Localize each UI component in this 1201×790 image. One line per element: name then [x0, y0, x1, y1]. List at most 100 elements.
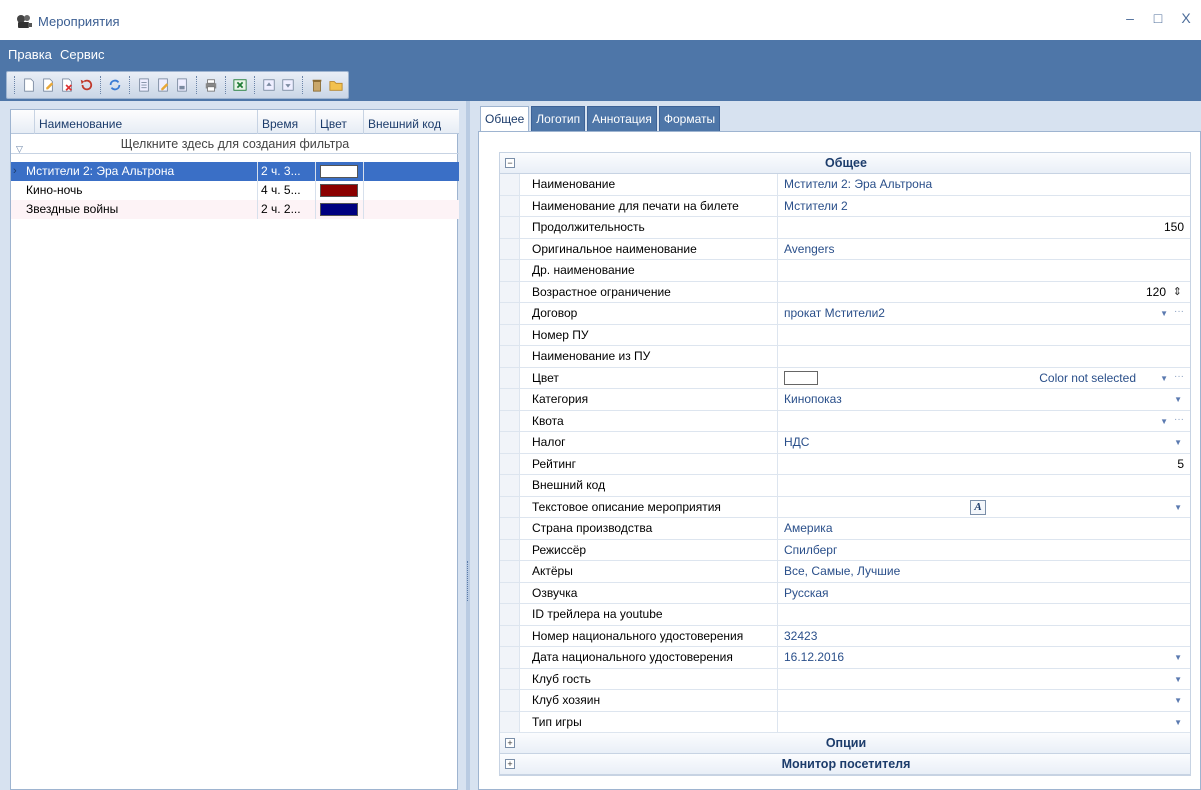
dropdown-arrow-icon[interactable]: ▼	[1174, 389, 1182, 410]
property-value[interactable]	[784, 260, 1174, 281]
property-row[interactable]: Возрастное ограничение 120 ⇕	[500, 281, 1190, 303]
property-value[interactable]: 120	[784, 282, 1188, 303]
dropdown-arrow-icon[interactable]: ▼	[1160, 368, 1168, 389]
property-row[interactable]: Категория Кинопоказ ▼	[500, 389, 1190, 411]
column-header-color[interactable]: Цвет	[316, 110, 364, 134]
property-value[interactable]: Спилберг	[784, 540, 1174, 561]
property-value[interactable]: Америка	[784, 518, 1174, 539]
property-row[interactable]: Озвучка Русская	[500, 582, 1190, 604]
move-down-icon[interactable]	[280, 77, 296, 93]
page-icon[interactable]	[136, 77, 152, 93]
ellipsis-button-icon[interactable]: ···	[1174, 368, 1184, 386]
property-row[interactable]: Номер ПУ	[500, 324, 1190, 346]
property-value[interactable]: НДС	[784, 432, 1174, 453]
property-value[interactable]	[784, 690, 1174, 711]
expand-icon[interactable]: +	[505, 759, 515, 769]
save-page-icon[interactable]	[174, 77, 190, 93]
delete-document-icon[interactable]	[59, 77, 75, 93]
table-row[interactable]: Звездные войны 2 ч. 2...	[11, 200, 459, 219]
property-value-text-editor[interactable]: A	[784, 497, 1174, 518]
tab-formats[interactable]: Форматы	[658, 106, 721, 132]
property-row[interactable]: Клуб хозяин ▼	[500, 690, 1190, 712]
property-row[interactable]: Налог НДС ▼	[500, 432, 1190, 454]
property-value[interactable]	[784, 411, 1174, 432]
property-value[interactable]: Все, Самые, Лучшие	[784, 561, 1174, 582]
close-button[interactable]: X	[1179, 10, 1193, 32]
property-value[interactable]	[784, 346, 1174, 367]
column-header-time[interactable]: Время	[258, 110, 316, 134]
property-row[interactable]: Рейтинг 5	[500, 453, 1190, 475]
property-row[interactable]: Цвет Color not selected ▼ ···	[500, 367, 1190, 389]
property-value[interactable]: 150	[784, 217, 1188, 238]
edit-document-icon[interactable]	[40, 77, 56, 93]
expand-icon[interactable]: +	[505, 738, 515, 748]
tab-annotation[interactable]: Аннотация	[587, 106, 657, 132]
property-row[interactable]: Текстовое описание мероприятия A ▼	[500, 496, 1190, 518]
property-row[interactable]: Клуб гость ▼	[500, 668, 1190, 690]
property-value[interactable]	[784, 475, 1174, 496]
property-value[interactable]	[784, 604, 1174, 625]
property-value[interactable]	[784, 669, 1174, 690]
table-row[interactable]: Кино-ночь 4 ч. 5...	[11, 181, 459, 200]
dropdown-arrow-icon[interactable]: ▼	[1174, 497, 1182, 518]
menu-service[interactable]: Сервис	[60, 47, 105, 62]
property-row[interactable]: Наименование из ПУ	[500, 346, 1190, 368]
dropdown-arrow-icon[interactable]: ▼	[1174, 432, 1182, 453]
minimize-button[interactable]: –	[1123, 10, 1137, 32]
property-value[interactable]	[784, 712, 1174, 733]
filter-row[interactable]: ▽ Щелкните здесь для создания фильтра	[11, 134, 459, 154]
folder-icon[interactable]	[328, 77, 344, 93]
undo-icon[interactable]	[78, 77, 94, 93]
column-header-name[interactable]: Наименование	[35, 110, 258, 134]
refresh-icon[interactable]	[107, 77, 123, 93]
property-row[interactable]: Оригинальное наименование Avengers	[500, 238, 1190, 260]
move-up-icon[interactable]	[261, 77, 277, 93]
property-value[interactable]: 32423	[784, 626, 1174, 647]
print-icon[interactable]	[203, 77, 219, 93]
property-value[interactable]: Русская	[784, 583, 1174, 604]
table-row[interactable]: › Мстители 2: Эра Альтрона 2 ч. 3...	[11, 162, 459, 181]
property-value[interactable]: Avengers	[784, 239, 1174, 260]
tab-general[interactable]: Общее	[480, 106, 530, 133]
dropdown-arrow-icon[interactable]: ▼	[1174, 669, 1182, 690]
dropdown-arrow-icon[interactable]: ▼	[1174, 647, 1182, 668]
property-row[interactable]: Внешний код	[500, 475, 1190, 497]
text-editor-icon[interactable]: A	[970, 499, 986, 515]
column-header-external-code[interactable]: Внешний код	[364, 110, 459, 134]
toolbar-grip[interactable]	[14, 76, 15, 94]
property-value-color[interactable]: Color not selected	[784, 368, 1174, 389]
property-value[interactable]: прокат Мстители2	[784, 303, 1174, 324]
property-row[interactable]: Режиссёр Спилберг	[500, 539, 1190, 561]
maximize-button[interactable]: □	[1151, 10, 1165, 32]
property-value[interactable]: Мстители 2	[784, 196, 1174, 217]
ellipsis-button-icon[interactable]: ···	[1174, 411, 1184, 429]
new-document-icon[interactable]	[21, 77, 37, 93]
property-value[interactable]	[784, 325, 1174, 346]
property-row[interactable]: Квота ▼ ···	[500, 410, 1190, 432]
menu-edit[interactable]: Правка	[8, 47, 52, 62]
spin-buttons-icon[interactable]: ⇕	[1173, 282, 1182, 303]
property-row[interactable]: Продолжительность 150	[500, 217, 1190, 239]
property-row[interactable]: Договор прокат Мстители2 ▼ ···	[500, 303, 1190, 325]
property-row[interactable]: Тип игры ▼	[500, 711, 1190, 733]
dropdown-arrow-icon[interactable]: ▼	[1174, 712, 1182, 733]
property-row[interactable]: Наименование Мстители 2: Эра Альтрона	[500, 174, 1190, 196]
property-row[interactable]: Актёры Все, Самые, Лучшие	[500, 561, 1190, 583]
property-row[interactable]: Номер национального удостоверения 32423	[500, 625, 1190, 647]
property-value[interactable]: Мстители 2: Эра Альтрона	[784, 174, 1174, 195]
panel-splitter[interactable]	[466, 101, 470, 790]
edit-page-icon[interactable]	[155, 77, 171, 93]
property-row[interactable]: ID трейлера на youtube	[500, 604, 1190, 626]
category-options[interactable]: Опции +	[500, 733, 1190, 754]
splitter-grip[interactable]	[467, 561, 469, 601]
category-visitor-monitor[interactable]: Монитор посетителя +	[500, 754, 1190, 775]
property-value[interactable]: 5	[784, 454, 1188, 475]
dropdown-arrow-icon[interactable]: ▼	[1160, 411, 1168, 432]
category-general[interactable]: Общее −	[500, 153, 1190, 174]
property-row[interactable]: Др. наименование	[500, 260, 1190, 282]
tab-logo[interactable]: Логотип	[531, 106, 586, 132]
property-row[interactable]: Страна производства Америка	[500, 518, 1190, 540]
property-row[interactable]: Наименование для печати на билете Мстител…	[500, 195, 1190, 217]
property-value[interactable]: Кинопоказ	[784, 389, 1174, 410]
collapse-icon[interactable]: −	[505, 158, 515, 168]
